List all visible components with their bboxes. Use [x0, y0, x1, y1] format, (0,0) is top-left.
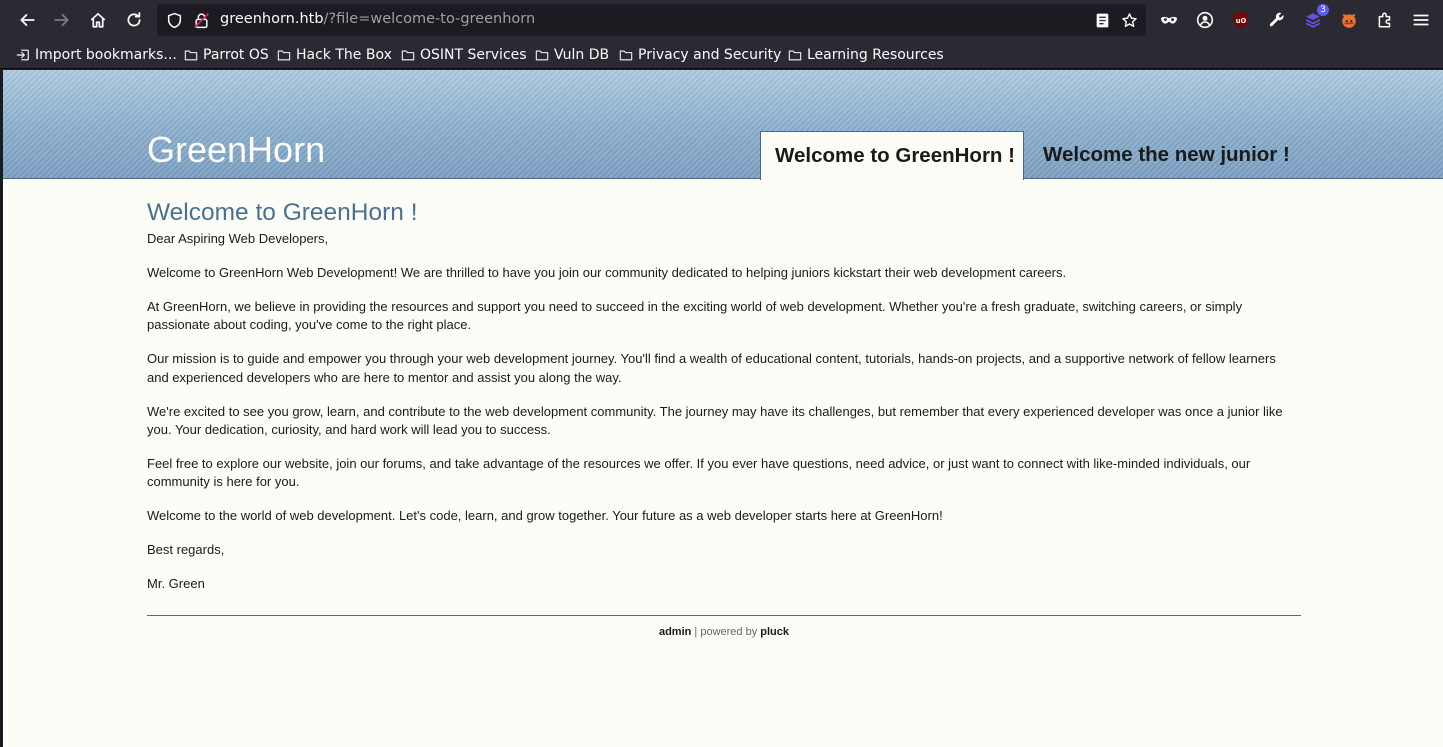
article-content: Welcome to GreenHorn ! Dear Aspiring Web…: [147, 198, 1301, 609]
page-footer: admin | powered by pluck: [147, 626, 1301, 638]
article-paragraph: Mr. Green: [147, 576, 205, 592]
site-header: GreenHorn Welcome to GreenHorn ! Welcome…: [3, 70, 1443, 180]
bookmark-label: OSINT Services: [420, 47, 527, 63]
bookmark-folder-hack-the-box[interactable]: Hack The Box: [277, 45, 392, 65]
article-heading: Welcome to GreenHorn !: [147, 199, 418, 226]
address-bar[interactable]: greenhorn.htb/?file=welcome-to-greenhorn: [157, 4, 1146, 36]
folder-icon: [788, 50, 802, 61]
powered-by-text: | powered by: [691, 626, 761, 638]
folder-icon: [184, 50, 198, 61]
home-button[interactable]: [86, 8, 110, 32]
account-icon[interactable]: [1194, 9, 1216, 31]
bookmark-folder-osint-services[interactable]: OSINT Services: [401, 45, 527, 65]
private-mask-icon[interactable]: [1158, 9, 1180, 31]
url-host: greenhorn.htb: [220, 11, 324, 27]
import-icon: [16, 49, 29, 61]
page-viewport: GreenHorn Welcome to GreenHorn ! Welcome…: [3, 70, 1443, 747]
ublock-icon[interactable]: uO: [1230, 9, 1252, 31]
article-paragraph: Feel free to explore our website, join o…: [147, 455, 1251, 490]
site-title-link[interactable]: GreenHorn: [147, 129, 325, 171]
arrow-left-icon: [20, 14, 35, 26]
pluck-link[interactable]: pluck: [760, 626, 789, 638]
folder-icon: [619, 50, 633, 61]
article-paragraph: Welcome to the world of web development.…: [147, 508, 943, 524]
bookmark-star-icon[interactable]: [1120, 11, 1138, 29]
bookmark-label: Parrot OS: [203, 47, 269, 63]
admin-link[interactable]: admin: [659, 626, 691, 638]
bookmark-import[interactable]: Import bookmarks...: [16, 45, 177, 65]
url-text[interactable]: greenhorn.htb/?file=welcome-to-greenhorn: [220, 11, 535, 27]
forward-button[interactable]: [50, 8, 74, 32]
extensions-puzzle-icon[interactable]: [1374, 9, 1396, 31]
home-icon: [90, 12, 106, 28]
browser-toolbar: greenhorn.htb/?file=welcome-to-greenhorn…: [0, 0, 1443, 40]
folder-icon: [401, 50, 415, 61]
article-paragraph: Dear Aspiring Web Developers,: [147, 231, 329, 246]
shield-icon[interactable]: [165, 11, 183, 29]
nav-tab-welcome-the-new-junior[interactable]: Welcome the new junior !: [1029, 131, 1299, 179]
article-paragraph: Welcome to GreenHorn Web Development! We…: [147, 264, 1067, 280]
bookmark-folder-vuln-db[interactable]: Vuln DB: [535, 45, 609, 65]
extension-badge: 3: [1317, 4, 1329, 16]
footer-divider: [147, 615, 1301, 616]
bookmark-label: Vuln DB: [554, 47, 610, 63]
extension-layers-icon[interactable]: 3: [1302, 4, 1329, 31]
foxyproxy-icon[interactable]: [1338, 9, 1360, 31]
reload-icon: [127, 12, 141, 27]
arrow-right-icon: [54, 14, 69, 26]
back-button[interactable]: [15, 8, 39, 32]
article-paragraph: Best regards,: [147, 542, 225, 558]
menu-hamburger-icon[interactable]: [1410, 9, 1432, 31]
folder-icon: [535, 50, 549, 61]
wrench-icon[interactable]: [1266, 9, 1288, 31]
bookmark-folder-parrot-os[interactable]: Parrot OS: [184, 45, 269, 65]
bookmarks-toolbar: Import bookmarks... Parrot OS Hack The B…: [0, 40, 1443, 69]
bookmark-label: Import bookmarks...: [35, 47, 177, 63]
bookmark-folder-privacy-and-security[interactable]: Privacy and Security: [619, 45, 781, 65]
article-paragraph: Our mission is to guide and empower you …: [147, 351, 1276, 385]
url-path: /?file=welcome-to-greenhorn: [323, 11, 536, 27]
reader-view-icon[interactable]: [1093, 11, 1111, 29]
bookmark-folder-learning-resources[interactable]: Learning Resources: [788, 45, 944, 65]
folder-icon: [277, 50, 291, 61]
reload-button[interactable]: [122, 8, 146, 32]
svg-text:uO: uO: [1236, 17, 1247, 25]
article-paragraph: At GreenHorn, we believe in providing th…: [147, 298, 1243, 333]
bookmark-label: Hack The Box: [296, 47, 392, 63]
insecure-lock-icon[interactable]: [192, 11, 210, 29]
bookmark-label: Privacy and Security: [638, 47, 782, 63]
article-paragraph: We're excited to see you grow, learn, an…: [147, 403, 1283, 437]
nav-tab-welcome-to-greenhorn[interactable]: Welcome to GreenHorn !: [760, 131, 1024, 180]
bookmark-label: Learning Resources: [807, 47, 944, 63]
